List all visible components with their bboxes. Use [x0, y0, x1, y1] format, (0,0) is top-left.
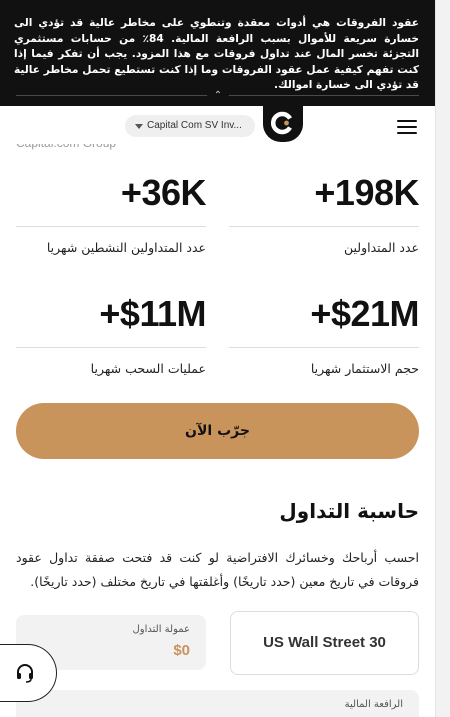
stat-value: +$11M: [99, 293, 206, 334]
caret-down-icon: [135, 124, 143, 129]
instrument-selector[interactable]: US Wall Street 30: [230, 611, 419, 675]
stat-withdrawals: +$11M عمليات السحب شهريا: [16, 291, 207, 376]
leverage-label: الرافعة المالية: [344, 699, 403, 710]
page-scrollbar[interactable]: [435, 0, 450, 717]
stat-divider: [16, 347, 206, 348]
chevron-up-icon[interactable]: ⌃: [207, 88, 229, 106]
commission-label: عمولة التداول: [132, 624, 190, 635]
stat-label: عدد المتداولين: [343, 240, 419, 255]
stat-value: +198K: [314, 172, 419, 213]
scroll-thumb[interactable]: [438, 0, 448, 10]
stat-divider: [229, 347, 419, 348]
stat-active-traders: +36K عدد المتداولين النشطين شهريا: [16, 170, 207, 255]
risk-warning-text: عقود الفروقات هي أدوات معقدة وتنطوي على …: [14, 17, 419, 91]
support-chat-button[interactable]: [0, 644, 57, 702]
commission-value: $0: [173, 642, 190, 659]
stat-divider: [229, 226, 419, 227]
capital-com-logo-icon[interactable]: [263, 106, 303, 142]
hamburger-menu-icon[interactable]: [397, 120, 417, 134]
stat-value: +$21M: [310, 293, 419, 334]
site-header: Capital Com SV Inv...: [0, 106, 435, 144]
stat-investment-volume: +$21M حجم الاستثمار شهريا: [229, 291, 420, 376]
stat-label: عدد المتداولين النشطين شهريا: [46, 240, 206, 255]
stat-traders: +198K عدد المتداولين: [229, 170, 420, 255]
stat-value: +36K: [120, 172, 207, 213]
stat-label: عمليات السحب شهريا: [90, 361, 206, 376]
headset-icon: [17, 664, 33, 683]
stat-label: حجم الاستثمار شهريا: [310, 361, 419, 376]
entity-selector-label: Capital Com SV Inv...: [147, 120, 242, 131]
stat-divider: [16, 226, 206, 227]
try-now-button[interactable]: جرّب الآن: [16, 403, 419, 459]
entity-selector[interactable]: Capital Com SV Inv...: [125, 115, 255, 137]
leverage-field[interactable]: الرافعة المالية: [16, 690, 419, 717]
calculator-description: احسب أرباحك وخسائرك الافتراضية لو كنت قد…: [16, 550, 419, 589]
risk-warning-banner: عقود الفروقات هي أدوات معقدة وتنطوي على …: [0, 0, 435, 106]
calculator-title: حاسبة التداول: [279, 499, 419, 523]
